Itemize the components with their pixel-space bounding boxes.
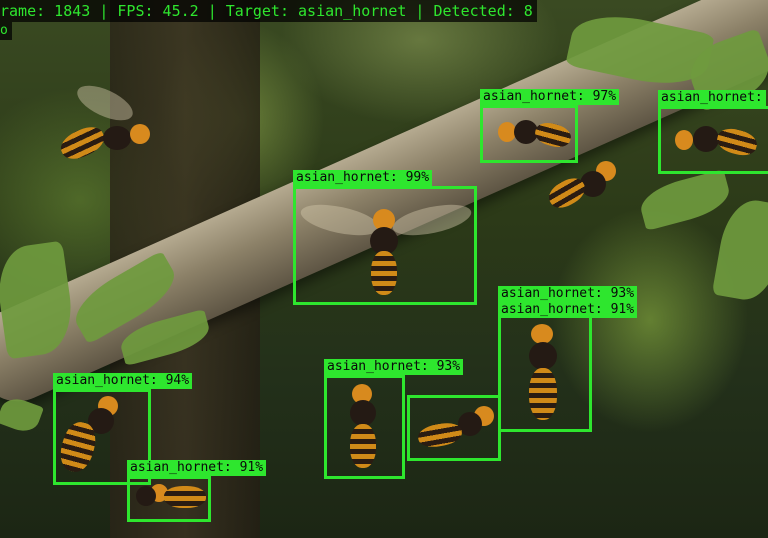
detection-label: asian_hornet: 94% [53,373,193,389]
detection-box [498,302,592,432]
detection-box [407,395,501,461]
detection-label: asian_hornet: [658,90,766,106]
detection-label: asian_hornet: 91% [498,302,638,318]
detection-label: asian_hornet: 93% [324,359,464,375]
detection-label: asian_hornet: 93% [498,286,638,302]
detection-box [127,476,211,522]
detection-label: asian_hornet: 91% [127,460,267,476]
hud-status-line2: o [0,22,12,40]
oak-leaf [636,169,734,231]
detection-box [293,186,477,305]
hornet [540,155,630,225]
hornet-flying [55,78,165,170]
detection-box [324,375,405,479]
oak-leaf [711,195,768,305]
detection-box [480,105,578,163]
detection-label: asian_hornet: 99% [293,170,433,186]
detection-box [658,106,768,174]
detection-label: asian_hornet: 97% [480,89,620,105]
oak-leaf [0,394,44,436]
hud-status-bar: rame: 1843 | FPS: 45.2 | Target: asian_h… [0,0,537,22]
